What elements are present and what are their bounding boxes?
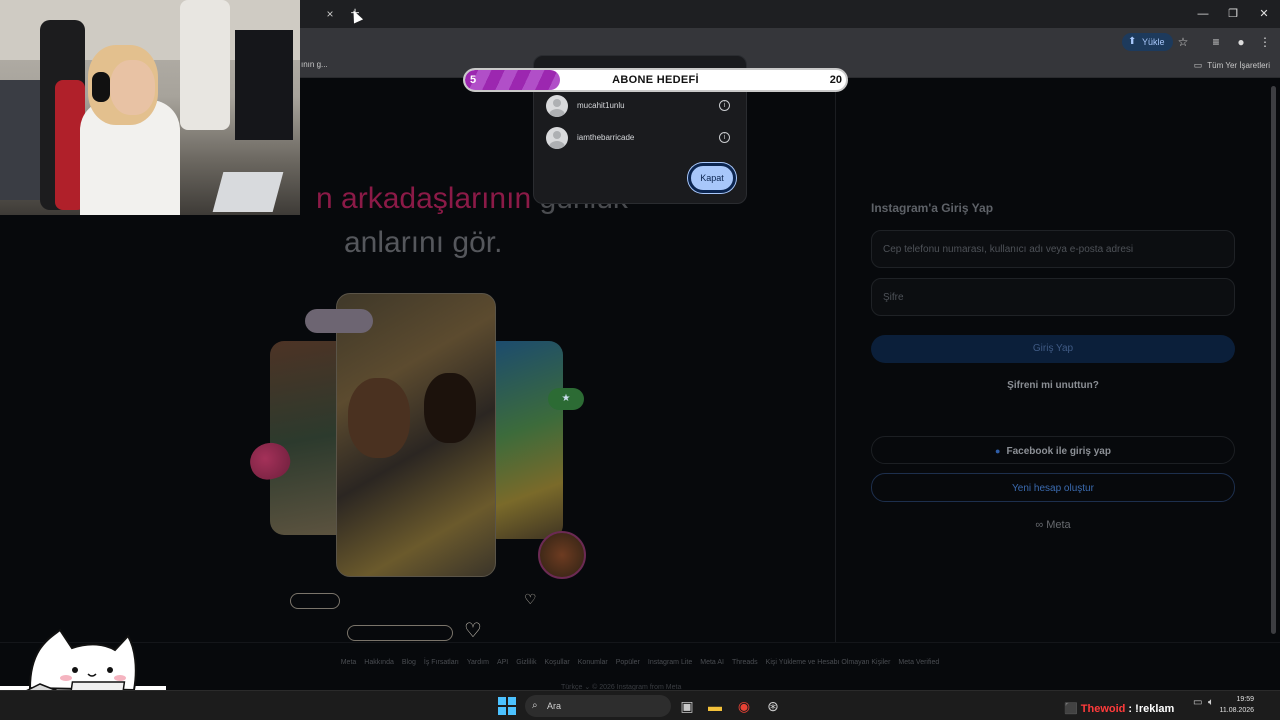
chrome-icon[interactable]: ◉ xyxy=(734,696,754,716)
page-footer: Meta Hakkında Blog İş Fırsatları Yardım API Gi… xyxy=(0,642,1280,691)
login-button[interactable]: Giriş Yap xyxy=(871,335,1235,363)
maximize-button[interactable]: ❐ xyxy=(1222,4,1244,24)
search-placeholder: Ara xyxy=(547,701,562,711)
media-control-icon[interactable]: ≡ xyxy=(1207,33,1225,51)
hero-heading-line2: anlarını gör. xyxy=(344,226,503,259)
webcam-person-background xyxy=(180,0,230,130)
story-circle xyxy=(538,531,586,579)
bookmark-star-icon[interactable]: ☆ xyxy=(1174,33,1192,51)
tab-close-button[interactable]: × xyxy=(322,6,338,22)
meta-logo: ∞ Meta xyxy=(1035,519,1071,531)
volume-icon[interactable]: 🔈︎ xyxy=(1208,697,1214,708)
ticker-icon: ⬛ xyxy=(1064,703,1078,715)
page-scrollbar[interactable] xyxy=(1271,86,1276,634)
collage-person xyxy=(424,373,476,443)
forgot-password-link[interactable]: Şifreni mi unuttun? xyxy=(871,380,1235,391)
upload-icon: ⬆ xyxy=(1128,36,1137,47)
footer-link[interactable]: Instagram Lite xyxy=(648,659,692,666)
goal-label: ABONE HEDEFİ xyxy=(612,74,699,86)
heart-outline-icon: ♡ xyxy=(464,620,482,642)
hero-highlight: n arkadaşlarının xyxy=(316,182,532,215)
footer-link[interactable]: Hakkında xyxy=(364,659,394,666)
upload-button[interactable]: ⬆ Yükle xyxy=(1122,33,1173,51)
footer-link[interactable]: Yardım xyxy=(467,659,489,666)
chat-ticker: ⬛ Thewoid : !reklam xyxy=(1064,702,1174,718)
comment-pill xyxy=(290,593,340,609)
facebook-login-button[interactable]: ● Facebook ile giriş yap xyxy=(871,436,1235,464)
file-explorer-icon[interactable]: ▬ xyxy=(705,696,725,716)
ticker-username: Thewoid xyxy=(1080,703,1126,715)
footer-link[interactable]: Kişi Yükleme ve Hesabı Olmayan Kişiler xyxy=(766,659,891,666)
footer-link[interactable]: Blog xyxy=(402,659,416,666)
hero-photo-collage: ★ ♡ ♡ xyxy=(246,293,593,642)
taskbar-search[interactable]: ⌕ Ara xyxy=(525,695,671,717)
info-icon[interactable]: i xyxy=(719,132,730,143)
ticker-command: !reklam xyxy=(1135,703,1175,715)
facebook-icon: ● xyxy=(995,446,1001,456)
ticker-separator: : xyxy=(1125,703,1136,715)
profile-avatar-icon[interactable]: ● xyxy=(1232,33,1250,51)
column-divider xyxy=(835,78,836,642)
start-button[interactable] xyxy=(498,697,516,715)
facebook-login-label: Facebook ile giriş yap xyxy=(1006,446,1111,457)
folder-icon: ▭ xyxy=(1193,60,1203,70)
steam-icon[interactable]: ⊛ xyxy=(763,696,783,716)
goal-max-value: 20 xyxy=(829,74,842,86)
clock-date: 11.08.2026 xyxy=(1219,707,1254,714)
info-icon[interactable]: i xyxy=(719,100,730,111)
webcam-person-face xyxy=(110,60,155,115)
footer-link[interactable]: Meta Verified xyxy=(898,659,939,666)
emoji-reaction-bubble xyxy=(305,309,373,333)
login-title: Instagram'a Giriş Yap xyxy=(871,201,994,215)
search-icon: ⌕ xyxy=(532,700,538,711)
account-username: iamthebarricade xyxy=(577,133,635,142)
username-field[interactable]: Cep telefonu numarası, kullanıcı adı vey… xyxy=(871,230,1235,268)
footer-links: Meta Hakkında Blog İş Fırsatları Yardım API Gi… xyxy=(0,659,1280,666)
footer-link[interactable]: Popüler xyxy=(616,659,640,666)
webcam-keyboard xyxy=(212,172,284,212)
heart-outline-icon: ♡ xyxy=(524,591,537,607)
clock[interactable]: 19:59 11.08.2026 xyxy=(1219,694,1254,716)
close-dialog-button[interactable]: Kapat xyxy=(688,163,736,193)
footer-link[interactable]: Gizlilik xyxy=(516,659,536,666)
account-row[interactable]: mucahit1unlu i xyxy=(546,95,734,119)
menu-kebab-icon[interactable]: ⋮ xyxy=(1256,33,1274,51)
task-view-icon[interactable]: ▣ xyxy=(677,696,697,716)
account-username: mucahit1unlu xyxy=(577,101,625,110)
avatar xyxy=(546,95,568,117)
collage-person xyxy=(348,378,410,458)
comment-pill xyxy=(347,625,453,641)
footer-link[interactable]: Konumlar xyxy=(578,659,608,666)
headset-icon xyxy=(92,72,110,102)
webcam-pc-case xyxy=(235,30,293,140)
close-window-button[interactable]: ✕ xyxy=(1253,4,1275,24)
all-bookmarks-button[interactable]: ▭ Tüm Yer İşaretleri xyxy=(1194,60,1270,71)
create-account-button[interactable]: Yeni hesap oluştur xyxy=(871,473,1235,502)
footer-link[interactable]: Koşullar xyxy=(544,659,569,666)
footer-link[interactable]: Meta xyxy=(341,659,357,666)
minimize-button[interactable]: — xyxy=(1192,4,1214,24)
footer-link[interactable]: Threads xyxy=(732,659,758,666)
avatar xyxy=(546,127,568,149)
footer-link[interactable]: API xyxy=(497,659,508,666)
account-row[interactable]: iamthebarricade i xyxy=(546,127,734,151)
clock-time: 19:59 xyxy=(1236,696,1254,703)
footer-link[interactable]: İş Fırsatları xyxy=(424,659,459,666)
password-field[interactable]: Şifre xyxy=(871,278,1235,316)
upload-label: Yükle xyxy=(1142,37,1165,47)
footer-link[interactable]: Meta AI xyxy=(700,659,724,666)
all-bookmarks-label: Tüm Yer İşaretleri xyxy=(1207,61,1270,70)
webcam-overlay xyxy=(0,0,300,215)
star-icon: ★ xyxy=(548,388,584,410)
network-icon[interactable]: ▭ xyxy=(1193,697,1202,708)
subscriber-goal-bar: 5 ABONE HEDEFİ 20 xyxy=(463,68,848,92)
bookmark-item[interactable]: ının g... xyxy=(301,60,328,69)
